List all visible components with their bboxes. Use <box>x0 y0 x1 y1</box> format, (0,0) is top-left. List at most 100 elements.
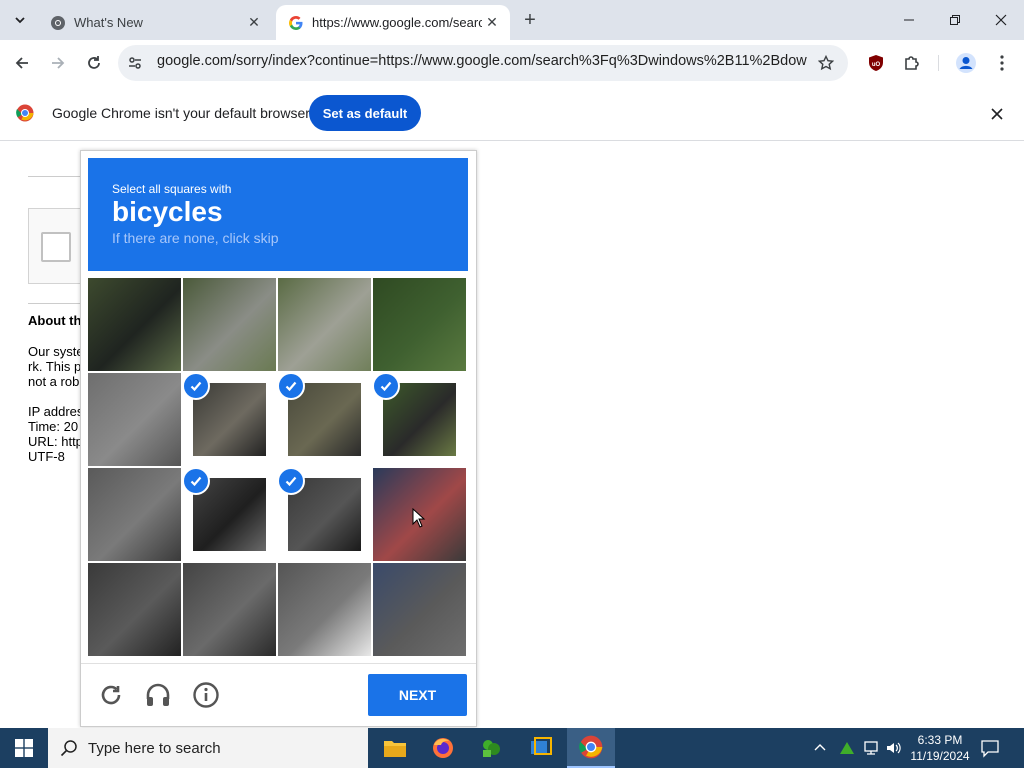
app-button-blue[interactable] <box>517 728 565 768</box>
google-icon <box>289 15 303 30</box>
close-tab-icon[interactable]: ✕ <box>244 13 264 33</box>
tab-title: https://www.google.com/search?q=windows+… <box>312 15 482 30</box>
captcha-tile[interactable] <box>183 563 276 656</box>
reload-challenge-button[interactable] <box>97 681 125 709</box>
help-button[interactable] <box>192 681 220 709</box>
captcha-tile[interactable] <box>183 468 276 561</box>
network-button[interactable] <box>862 739 880 757</box>
tray-overflow-button[interactable] <box>812 740 828 756</box>
chrome-icon <box>51 15 65 30</box>
arrow-left-icon <box>15 57 28 69</box>
tile-image <box>278 278 371 371</box>
captcha-footer: NEXT <box>81 663 476 727</box>
captcha-tile[interactable] <box>183 278 276 371</box>
minimize-icon <box>904 19 914 21</box>
headphones-icon <box>146 683 170 706</box>
minimize-button[interactable] <box>886 0 932 40</box>
captcha-tile[interactable] <box>373 278 466 371</box>
svg-text:uO: uO <box>872 62 881 68</box>
captcha-tile[interactable] <box>373 373 466 466</box>
next-button[interactable]: NEXT <box>368 674 467 716</box>
back-button[interactable] <box>6 47 38 79</box>
url-text[interactable]: google.com/sorry/index?continue=https://… <box>157 53 807 69</box>
start-button[interactable] <box>0 728 48 768</box>
infobar-close-button[interactable] <box>986 103 1008 125</box>
windows-taskbar: Type here to search 6:33 PM 11/19/2024 <box>0 728 1024 768</box>
volume-button[interactable] <box>885 739 903 757</box>
tile-image <box>88 278 181 371</box>
tray-app-icon[interactable] <box>838 739 856 757</box>
extensions-button[interactable] <box>896 47 928 79</box>
info-line: UTF-8 <box>28 449 65 464</box>
restore-button[interactable] <box>932 0 978 40</box>
captcha-challenge: Select all squares with bicycles If ther… <box>80 150 477 727</box>
restore-icon <box>950 15 960 25</box>
captcha-instruction: Select all squares with <box>112 182 232 196</box>
captcha-tile[interactable] <box>278 373 371 466</box>
captcha-tile[interactable] <box>88 468 181 561</box>
default-browser-infobar: Google Chrome isn't your default browser… <box>0 86 1024 141</box>
ublock-shield-icon: uO <box>869 55 883 71</box>
captcha-tile[interactable] <box>88 373 181 466</box>
site-settings-icon[interactable] <box>127 55 143 71</box>
windows-logo-icon <box>15 739 33 757</box>
close-tab-icon[interactable]: ✕ <box>482 13 502 33</box>
tile-image <box>373 563 466 656</box>
body-line: Our syste <box>28 344 84 359</box>
tab-title: What's New <box>74 15 143 30</box>
profile-button[interactable] <box>950 47 982 79</box>
captcha-tile[interactable] <box>88 563 181 656</box>
forward-button[interactable] <box>42 47 74 79</box>
info-line: URL: http <box>28 434 83 449</box>
page-divider <box>28 176 80 177</box>
app-button-green[interactable] <box>467 728 515 768</box>
captcha-header: Select all squares with bicycles If ther… <box>88 158 468 271</box>
captcha-tile[interactable] <box>183 373 276 466</box>
reload-icon <box>101 685 121 705</box>
tab-whats-new[interactable]: What's New ✕ <box>38 5 272 40</box>
info-line: IP addres <box>28 404 84 419</box>
captcha-tile[interactable] <box>88 278 181 371</box>
tile-image <box>88 563 181 656</box>
tile-image <box>278 563 371 656</box>
folder-icon <box>384 741 406 757</box>
about-heading: About th <box>28 313 82 328</box>
notifications-button[interactable] <box>980 738 1002 758</box>
firefox-button[interactable] <box>419 728 467 768</box>
captcha-tile[interactable] <box>278 563 371 656</box>
chrome-taskbar-button[interactable] <box>567 728 615 768</box>
puzzle-icon <box>905 56 919 70</box>
captcha-hint: If there are none, click skip <box>112 230 279 246</box>
taskbar-search[interactable]: Type here to search <box>48 728 368 768</box>
network-icon <box>864 741 878 755</box>
taskbar-clock[interactable]: 6:33 PM 11/19/2024 <box>904 732 976 764</box>
bookmark-star-icon[interactable] <box>818 55 834 71</box>
audio-challenge-button[interactable] <box>144 681 172 709</box>
close-window-button[interactable] <box>978 0 1024 40</box>
page-info-text: IP addres Time: 20 URL: http UTF-8 <box>28 404 83 464</box>
set-as-default-button[interactable]: Set as default <box>309 95 421 131</box>
green-tray-icon <box>840 742 854 754</box>
reload-button[interactable] <box>78 47 110 79</box>
tab-search-dropdown[interactable] <box>8 8 32 32</box>
captcha-tile[interactable] <box>373 563 466 656</box>
recaptcha-checkbox[interactable] <box>41 232 71 262</box>
page-body-text: Our syste rk. This p not a rob <box>28 344 84 389</box>
chrome-logo-icon <box>16 104 34 122</box>
captcha-tile[interactable] <box>278 278 371 371</box>
tile-image <box>373 278 466 371</box>
captcha-tile[interactable] <box>278 468 371 561</box>
clock-date: 11/19/2024 <box>910 749 970 763</box>
green-app-icon <box>483 740 500 757</box>
chrome-menu-button[interactable] <box>986 47 1018 79</box>
info-icon <box>193 682 219 708</box>
new-tab-button[interactable]: + <box>518 8 542 32</box>
file-explorer-button[interactable] <box>371 728 419 768</box>
body-line: not a rob <box>28 374 80 389</box>
speaker-icon <box>887 742 901 754</box>
more-vert-icon <box>1000 55 1004 71</box>
tab-google-search[interactable]: https://www.google.com/search?q=windows+… <box>276 5 510 40</box>
chevron-up-icon <box>814 744 826 751</box>
ublock-extension-button[interactable]: uO <box>860 47 892 79</box>
captcha-target: bicycles <box>112 196 223 227</box>
